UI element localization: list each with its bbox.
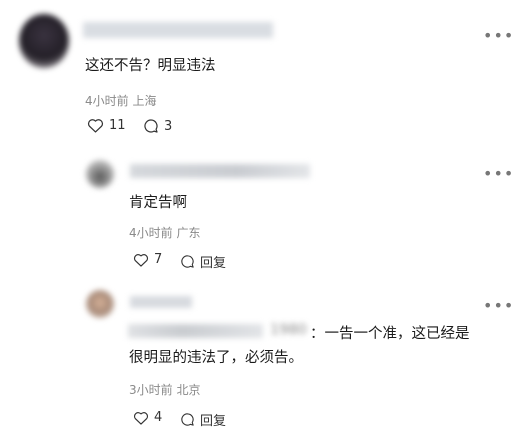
- like-count: 11: [109, 118, 126, 133]
- reply-count: 3: [164, 118, 173, 134]
- avatar[interactable]: [19, 14, 69, 68]
- reply-text-line2: 很明显的违法了，必须告。: [129, 350, 303, 366]
- comment-meta: 4小时前 上海: [85, 94, 157, 108]
- comment-bubble-icon: [143, 118, 159, 134]
- heart-outline-icon: [133, 411, 149, 425]
- comment-bubble-icon: [180, 412, 195, 427]
- comment-bubble-icon: [180, 254, 195, 269]
- username[interactable]: [83, 22, 273, 38]
- more-dots-icon[interactable]: •••: [483, 28, 514, 44]
- reply-text-line1: ：一告一个准，这已经是: [310, 326, 470, 342]
- reply-button[interactable]: 回复: [180, 252, 226, 271]
- username[interactable]: [130, 164, 310, 178]
- reply-label: 回复: [200, 414, 227, 429]
- heart-outline-icon: [87, 118, 104, 133]
- reply-meta: 4小时前 广东: [129, 226, 201, 240]
- like-count: 7: [154, 252, 163, 267]
- comment-text: 这还不告？明显违法: [85, 58, 216, 74]
- like-button[interactable]: 7: [133, 252, 162, 267]
- reply-to-username[interactable]: [128, 324, 263, 338]
- username[interactable]: [130, 296, 192, 308]
- more-dots-icon[interactable]: •••: [483, 298, 514, 314]
- heart-outline-icon: [133, 253, 149, 267]
- avatar[interactable]: [86, 290, 114, 318]
- reply-label: 回复: [200, 256, 227, 271]
- reply-to-id[interactable]: 1980: [270, 322, 307, 338]
- avatar[interactable]: [86, 160, 114, 188]
- reply-meta: 3小时前 北京: [129, 383, 201, 397]
- like-count: 4: [154, 410, 163, 425]
- like-button[interactable]: 4: [133, 410, 162, 425]
- comment-button[interactable]: 3: [143, 118, 172, 134]
- more-dots-icon[interactable]: •••: [483, 166, 514, 182]
- reply-text: 肯定告啊: [129, 195, 187, 211]
- reply-button[interactable]: 回复: [180, 410, 226, 429]
- like-button[interactable]: 11: [87, 118, 126, 133]
